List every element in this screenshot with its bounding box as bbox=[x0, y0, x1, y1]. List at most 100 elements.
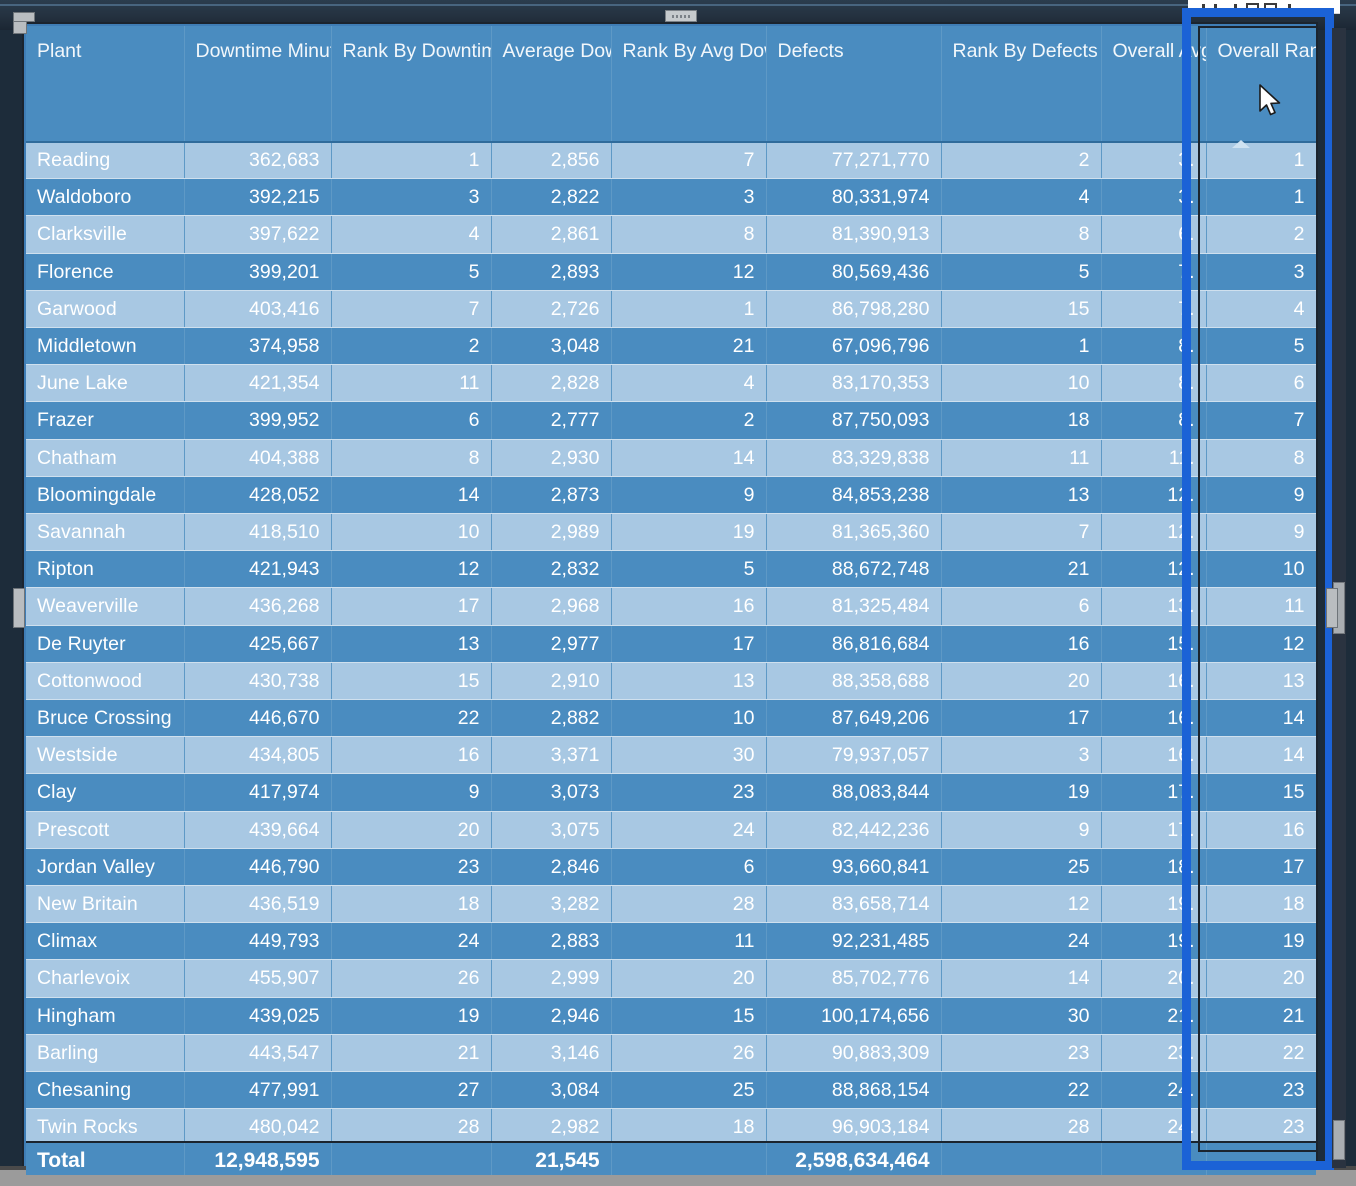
cell-rank_by_downtime_minutes[interactable]: 23 bbox=[331, 848, 492, 887]
cell-overall_avg_rank[interactable]: 8. bbox=[1101, 327, 1207, 366]
cell-defects[interactable]: 87,750,093 bbox=[766, 401, 942, 440]
cell-overall_avg_rank[interactable]: 12. bbox=[1101, 476, 1207, 515]
cell-rank_by_avg_downtime_minutes[interactable]: 17 bbox=[611, 625, 767, 663]
cell-plant[interactable]: Barling bbox=[26, 1034, 185, 1073]
cell-average_downtime[interactable]: 2,861 bbox=[491, 215, 612, 254]
table-row[interactable]: Clay 417,974 9 3,073 23 88,083,844 19 17. 15 bbox=[26, 773, 1316, 812]
cell-rank_by_avg_downtime_minutes[interactable]: 3 bbox=[611, 178, 767, 217]
cell-overall_rank[interactable]: 3 bbox=[1206, 253, 1316, 291]
column-header-downtime-minutes[interactable]: Downtime Minutes bbox=[184, 26, 332, 143]
cell-overall_avg_rank[interactable]: 6. bbox=[1101, 215, 1207, 254]
cell-downtime_minutes[interactable]: 399,952 bbox=[184, 401, 332, 440]
cell-overall_rank[interactable]: 18 bbox=[1206, 885, 1316, 924]
cell-overall_rank[interactable]: 15 bbox=[1206, 773, 1316, 812]
cell-rank_by_avg_downtime_minutes[interactable]: 19 bbox=[611, 513, 767, 552]
cell-average_downtime[interactable]: 2,726 bbox=[491, 290, 612, 329]
cell-plant[interactable]: Westside bbox=[26, 736, 185, 775]
cell-rank_by_defects[interactable]: 18 bbox=[941, 401, 1102, 440]
cell-defects[interactable]: 83,658,714 bbox=[766, 885, 942, 924]
cell-rank_by_downtime_minutes[interactable]: 26 bbox=[331, 959, 492, 998]
cell-rank_by_avg_downtime_minutes[interactable]: 14 bbox=[611, 439, 767, 477]
cell-average_downtime[interactable]: 2,930 bbox=[491, 439, 612, 477]
resize-handle-left-middle[interactable] bbox=[13, 588, 25, 628]
cell-downtime_minutes[interactable]: 446,670 bbox=[184, 699, 332, 738]
cell-overall_rank[interactable]: 11 bbox=[1206, 587, 1316, 626]
cell-defects[interactable]: 85,702,776 bbox=[766, 959, 942, 998]
cell-plant[interactable]: Middletown bbox=[26, 327, 185, 366]
cell-rank_by_avg_downtime_minutes[interactable]: 26 bbox=[611, 1034, 767, 1073]
vertical-scrollbar-thumb-lower[interactable] bbox=[1333, 1120, 1345, 1160]
table-row[interactable]: Jordan Valley 446,790 23 2,846 6 93,660,841 25… bbox=[26, 848, 1316, 887]
cell-average_downtime[interactable]: 2,982 bbox=[491, 1108, 612, 1145]
table-row[interactable]: Weaverville 436,268 17 2,968 16 81,325,484 6 13… bbox=[26, 587, 1316, 626]
cell-plant[interactable]: Reading bbox=[26, 142, 185, 180]
table-row[interactable]: Garwood 403,416 7 2,726 1 86,798,280 15 7. 4 bbox=[26, 290, 1316, 329]
cell-overall_avg_rank[interactable]: 17. bbox=[1101, 811, 1207, 849]
cell-overall_avg_rank[interactable]: 12. bbox=[1101, 550, 1207, 589]
cell-defects[interactable]: 82,442,236 bbox=[766, 811, 942, 849]
cell-rank_by_downtime_minutes[interactable]: 5 bbox=[331, 253, 492, 291]
cell-defects[interactable]: 83,329,838 bbox=[766, 439, 942, 477]
cell-plant[interactable]: Climax bbox=[26, 922, 185, 961]
cell-overall_rank[interactable]: 10 bbox=[1206, 550, 1316, 589]
column-header-rank-by-downtime-minutes[interactable]: Rank By Downtime Minutes bbox=[331, 26, 492, 143]
cell-defects[interactable]: 84,853,238 bbox=[766, 476, 942, 515]
cell-defects[interactable]: 80,569,436 bbox=[766, 253, 942, 291]
cell-downtime_minutes[interactable]: 374,958 bbox=[184, 327, 332, 366]
cell-average_downtime[interactable]: 2,873 bbox=[491, 476, 612, 515]
table-row[interactable]: Bloomingdale 428,052 14 2,873 9 84,853,238 13 1… bbox=[26, 476, 1316, 515]
cell-overall_avg_rank[interactable]: 8. bbox=[1101, 401, 1207, 440]
cell-rank_by_downtime_minutes[interactable]: 4 bbox=[331, 215, 492, 254]
cell-overall_rank[interactable]: 20 bbox=[1206, 959, 1316, 998]
cell-plant[interactable]: Waldoboro bbox=[26, 178, 185, 217]
cell-plant[interactable]: Ripton bbox=[26, 550, 185, 589]
cell-plant[interactable]: New Britain bbox=[26, 885, 185, 924]
cell-average_downtime[interactable]: 2,846 bbox=[491, 848, 612, 887]
cell-rank_by_defects[interactable]: 2 bbox=[941, 142, 1102, 180]
cell-average_downtime[interactable]: 2,828 bbox=[491, 364, 612, 403]
column-header-rank-by-defects[interactable]: Rank By Defects bbox=[941, 26, 1102, 143]
cell-defects[interactable]: 88,672,748 bbox=[766, 550, 942, 589]
cell-average_downtime[interactable]: 3,075 bbox=[491, 811, 612, 849]
cell-average_downtime[interactable]: 3,073 bbox=[491, 773, 612, 812]
cell-defects[interactable]: 67,096,796 bbox=[766, 327, 942, 366]
cell-downtime_minutes[interactable]: 418,510 bbox=[184, 513, 332, 552]
cell-downtime_minutes[interactable]: 477,991 bbox=[184, 1071, 332, 1110]
cell-rank_by_avg_downtime_minutes[interactable]: 9 bbox=[611, 476, 767, 515]
table-row[interactable]: Climax 449,793 24 2,883 11 92,231,485 24 19. 19 bbox=[26, 922, 1316, 961]
cell-rank_by_defects[interactable]: 10 bbox=[941, 364, 1102, 403]
cell-average_downtime[interactable]: 2,999 bbox=[491, 959, 612, 998]
cell-defects[interactable]: 83,170,353 bbox=[766, 364, 942, 403]
cell-average_downtime[interactable]: 3,282 bbox=[491, 885, 612, 924]
table-row[interactable]: Chatham 404,388 8 2,930 14 83,329,838 11 11. 8 bbox=[26, 439, 1316, 477]
cell-downtime_minutes[interactable]: 443,547 bbox=[184, 1034, 332, 1073]
cell-defects[interactable]: 88,083,844 bbox=[766, 773, 942, 812]
cell-plant[interactable]: Prescott bbox=[26, 811, 185, 849]
column-header-plant[interactable]: Plant bbox=[26, 26, 185, 143]
resize-handle-top-center[interactable] bbox=[665, 10, 697, 22]
cell-rank_by_avg_downtime_minutes[interactable]: 4 bbox=[611, 364, 767, 403]
cell-plant[interactable]: Jordan Valley bbox=[26, 848, 185, 887]
cell-overall_avg_rank[interactable]: 3. bbox=[1101, 142, 1207, 180]
cell-rank_by_defects[interactable]: 24 bbox=[941, 922, 1102, 961]
cell-rank_by_downtime_minutes[interactable]: 21 bbox=[331, 1034, 492, 1073]
table-row[interactable]: Savannah 418,510 10 2,989 19 81,365,360 7 12. 9 bbox=[26, 513, 1316, 552]
cell-overall_avg_rank[interactable]: 16. bbox=[1101, 736, 1207, 775]
cell-overall_rank[interactable]: 21 bbox=[1206, 997, 1316, 1035]
cell-rank_by_defects[interactable]: 16 bbox=[941, 625, 1102, 663]
cell-rank_by_avg_downtime_minutes[interactable]: 28 bbox=[611, 885, 767, 924]
cell-overall_avg_rank[interactable]: 19. bbox=[1101, 885, 1207, 924]
cell-rank_by_defects[interactable]: 13 bbox=[941, 476, 1102, 515]
cell-overall_avg_rank[interactable]: 7. bbox=[1101, 253, 1207, 291]
cell-rank_by_defects[interactable]: 3 bbox=[941, 736, 1102, 775]
cell-rank_by_downtime_minutes[interactable]: 6 bbox=[331, 401, 492, 440]
column-header-defects[interactable]: Defects bbox=[766, 26, 942, 143]
cell-plant[interactable]: De Ruyter bbox=[26, 625, 185, 663]
cell-rank_by_defects[interactable]: 11 bbox=[941, 439, 1102, 477]
table-row[interactable]: Bruce Crossing 446,670 22 2,882 10 87,649,206… bbox=[26, 699, 1316, 738]
cell-downtime_minutes[interactable]: 436,268 bbox=[184, 587, 332, 626]
cell-rank_by_downtime_minutes[interactable]: 10 bbox=[331, 513, 492, 552]
cell-defects[interactable]: 77,271,770 bbox=[766, 142, 942, 180]
cell-defects[interactable]: 81,390,913 bbox=[766, 215, 942, 254]
cell-average_downtime[interactable]: 2,777 bbox=[491, 401, 612, 440]
